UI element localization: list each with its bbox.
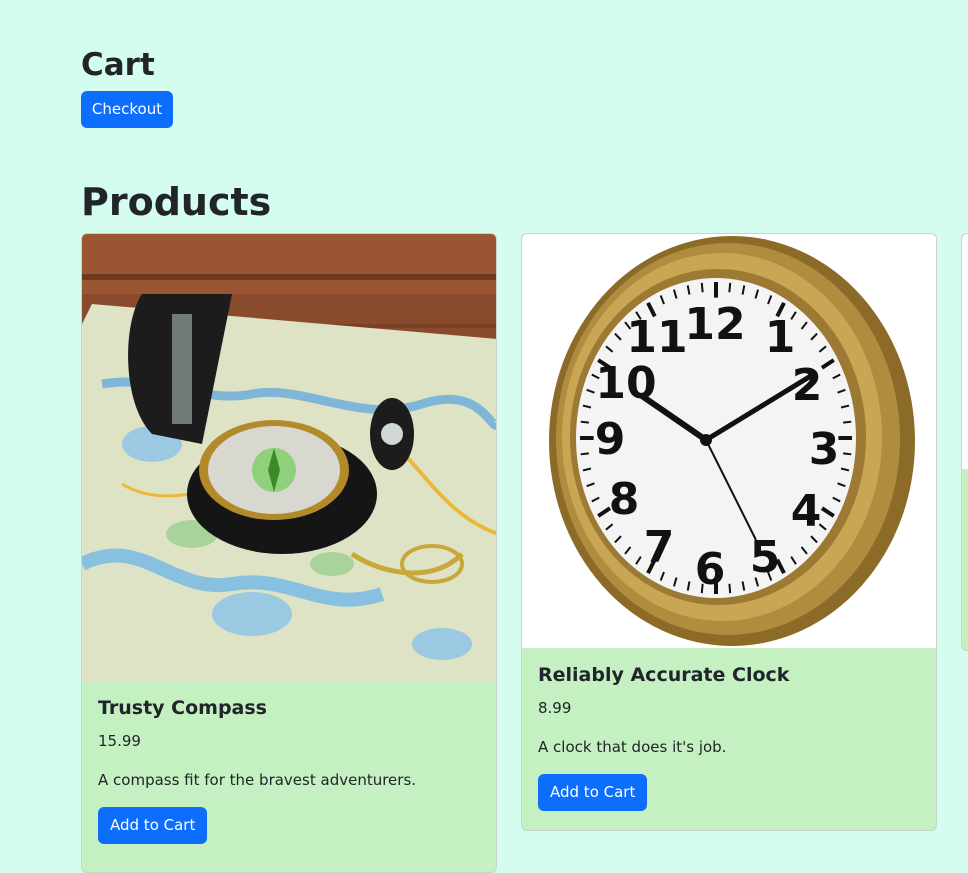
compass-on-map-image	[82, 234, 496, 681]
products-title: Products	[81, 180, 272, 224]
product-price: 8.99	[538, 699, 572, 717]
product-name: Trusty Compass	[98, 697, 267, 719]
product-card-clock: 12 1 2 3 4 5 6 7 8 9 10 11 Reliably Accu…	[521, 233, 937, 831]
cart-section: Cart	[81, 44, 155, 86]
card-body: Trusty Compass 15.99 A compass fit for t…	[82, 681, 496, 860]
svg-text:3: 3	[809, 424, 840, 475]
product-image	[962, 234, 968, 469]
svg-text:4: 4	[791, 486, 822, 537]
gold-wall-clock-image: 12 1 2 3 4 5 6 7 8 9 10 11	[522, 234, 936, 648]
card-body: Reliably Accurate Clock 8.99 A clock tha…	[522, 648, 936, 827]
checkout-button[interactable]: Checkout	[81, 91, 173, 128]
svg-text:7: 7	[644, 522, 675, 573]
cart-title: Cart	[81, 47, 155, 83]
add-to-cart-button[interactable]: Add to Cart	[98, 807, 208, 844]
svg-text:12: 12	[684, 299, 745, 350]
product-description: A clock that does it's job.	[538, 738, 727, 756]
svg-text:1: 1	[765, 312, 796, 363]
product-card-compass: Trusty Compass 15.99 A compass fit for t…	[81, 233, 497, 873]
add-to-cart-button[interactable]: Add to Cart	[538, 774, 648, 811]
svg-text:8: 8	[609, 474, 640, 525]
svg-text:6: 6	[695, 544, 726, 595]
product-description: A compass fit for the bravest adventurer…	[98, 771, 417, 789]
product-price: 15.99	[98, 732, 141, 750]
svg-text:9: 9	[595, 414, 626, 465]
svg-text:5: 5	[750, 532, 781, 583]
svg-text:11: 11	[626, 312, 687, 363]
product-name: Reliably Accurate Clock	[538, 664, 790, 686]
product-card-partial	[961, 233, 968, 651]
